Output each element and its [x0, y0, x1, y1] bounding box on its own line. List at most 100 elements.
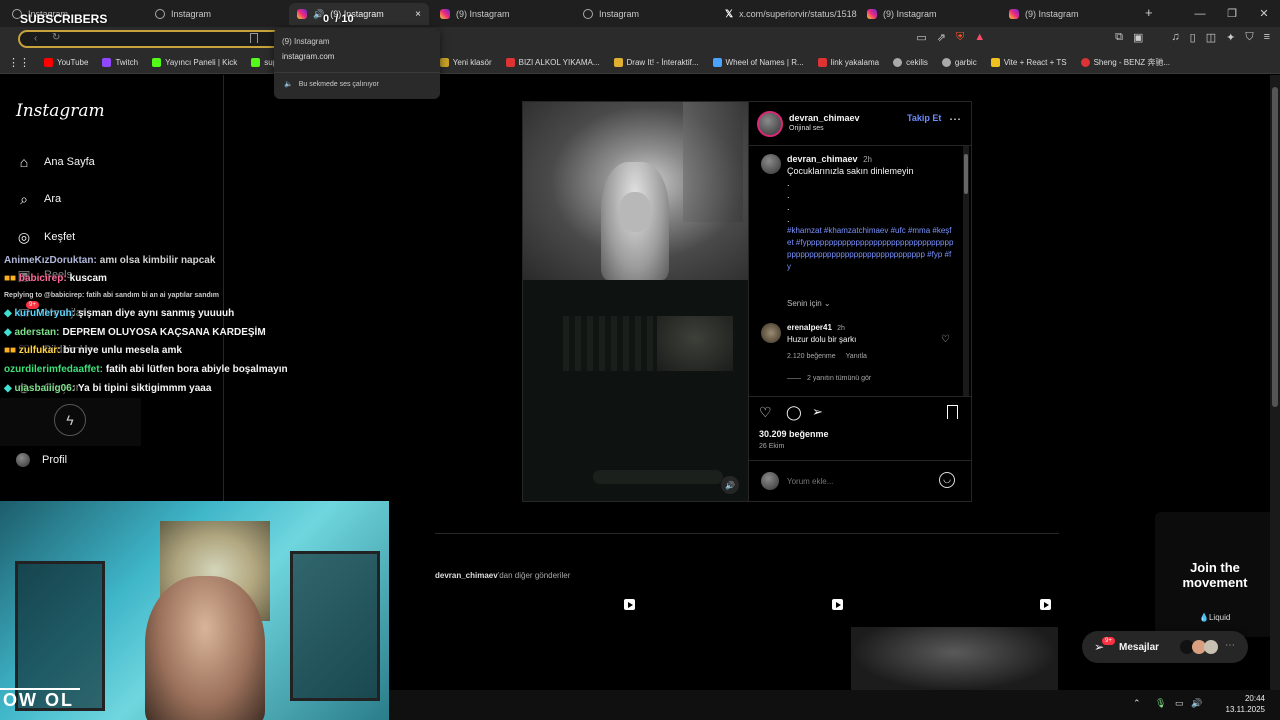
- save-icon[interactable]: [947, 405, 958, 419]
- messages-pill[interactable]: ➢ 9+ Mesajlar ⋯: [1082, 631, 1248, 663]
- moon-icon: [155, 9, 165, 19]
- clock-time[interactable]: 20:44: [1211, 694, 1265, 703]
- post-details: devran_chimaev Orijinal ses Takip Et ⋯ d…: [748, 102, 971, 501]
- rewards-icon[interactable]: ▲: [974, 31, 985, 44]
- clock-date[interactable]: 13.11.2025: [1211, 705, 1265, 714]
- close-icon[interactable]: ×: [415, 9, 421, 20]
- home-icon: ⌂: [19, 154, 29, 170]
- bookmark-item[interactable]: Draw It! - İnteraktif...: [613, 58, 699, 67]
- bookmark-label: garbic: [954, 58, 977, 67]
- commenter-avatar[interactable]: [761, 323, 781, 343]
- back-icon[interactable]: ‹: [34, 33, 37, 44]
- chat-text: fatih abi lütfen bora abiyle boşalmayın: [105, 364, 288, 375]
- vpn-icon[interactable]: ⛉: [1245, 31, 1253, 44]
- network-icon[interactable]: ▭: [1175, 698, 1184, 709]
- post-thumbnail[interactable]: [851, 627, 1058, 691]
- follow-button[interactable]: Takip Et: [907, 113, 941, 123]
- chat-message: ■■ babicirep: kuscam: [4, 273, 107, 284]
- comment-input[interactable]: [787, 474, 937, 488]
- bookmark-item[interactable]: Twitch: [102, 58, 138, 67]
- comment-username[interactable]: erenalper41: [787, 323, 832, 332]
- apps-icon[interactable]: ⋮⋮: [8, 56, 30, 69]
- audio-label[interactable]: Orijinal ses: [789, 125, 824, 132]
- browser-tab[interactable]: Instagram: [147, 3, 287, 25]
- new-tab-button[interactable]: +: [1145, 5, 1153, 20]
- for-you-text: Senin için: [787, 299, 822, 308]
- sidebar-item-label: Keşfet: [44, 231, 76, 243]
- bookmark-item[interactable]: BIZI ALKOL YIKAMA...: [505, 58, 600, 67]
- more-posts-user[interactable]: devran_chimaev: [435, 571, 498, 580]
- instagram-icon: [867, 9, 877, 19]
- chevron-up-icon[interactable]: ⌃: [1133, 698, 1141, 709]
- bookmark-item[interactable]: garbic: [941, 58, 977, 67]
- bookmark-icon[interactable]: [250, 33, 258, 43]
- browser-tab-active[interactable]: 🔊 (9) Instagram ×: [289, 3, 429, 25]
- mic-icon[interactable]: 🎙: [1155, 698, 1166, 709]
- bookmark-item[interactable]: Yeni klasör: [439, 58, 492, 67]
- comment-icon[interactable]: ◯: [786, 404, 802, 421]
- sidebar-item-profile[interactable]: Profil: [16, 453, 67, 467]
- browser-tab[interactable]: (9) Instagram: [432, 3, 572, 25]
- restore-icon[interactable]: ❐: [1216, 0, 1248, 27]
- likes-count[interactable]: 30.209 beğenme: [759, 429, 829, 439]
- wallet-icon[interactable]: ◫: [1206, 31, 1216, 44]
- heart-icon[interactable]: ♡: [941, 334, 950, 345]
- reel-play-icon[interactable]: [1040, 599, 1051, 610]
- browser-tab[interactable]: Instagram: [575, 3, 715, 25]
- bookmark-item[interactable]: Vite + React + TS: [990, 58, 1067, 67]
- cast-icon[interactable]: ▭: [916, 31, 926, 44]
- sidebar-item-search[interactable]: ⌕ Ara: [16, 191, 61, 207]
- chat-text: kuscam: [69, 273, 107, 284]
- bookmark-item[interactable]: Yayıncı Paneli | Kick: [152, 58, 237, 67]
- view-replies[interactable]: 2 yanıtın tümünü gör: [787, 375, 871, 382]
- bookmark-item[interactable]: Sheng - BENZ 奔驰...: [1080, 57, 1170, 68]
- comment-likes[interactable]: 2.120 beğenme: [787, 353, 836, 360]
- emoji-icon[interactable]: ◡: [939, 472, 955, 488]
- menu-icon[interactable]: ≡: [1264, 31, 1270, 44]
- instagram-logo[interactable]: Instagram: [16, 101, 105, 121]
- speaker-icon[interactable]: 🔊: [1191, 698, 1202, 709]
- leo-icon[interactable]: ✦: [1226, 31, 1235, 44]
- close-icon[interactable]: ✕: [1248, 0, 1280, 27]
- browser-tab[interactable]: 𝕏 x.com/superiorvir/status/1518...: [717, 3, 857, 25]
- bookmark-item[interactable]: cekilis: [893, 58, 928, 67]
- author-username[interactable]: devran_chimaev: [789, 113, 860, 123]
- caption-avatar[interactable]: [761, 154, 781, 174]
- share-icon[interactable]: ➢: [812, 404, 823, 420]
- chat-message: ◆ aderstan: DEPREM OLUYOSA KAÇSANA KARDEŞ…: [4, 327, 266, 338]
- browser-tab[interactable]: (9) Instagram: [859, 3, 999, 25]
- window-controls: — ❐ ✕: [1184, 0, 1280, 27]
- caption-username[interactable]: devran_chimaev: [787, 154, 858, 164]
- bookmark-item[interactable]: Wheel of Names | R...: [712, 58, 804, 67]
- reel-video[interactable]: 🔊: [523, 102, 748, 501]
- reload-icon[interactable]: ↻: [52, 32, 60, 43]
- reply-button[interactable]: Yanıtla: [846, 353, 867, 360]
- more-options-icon[interactable]: ⋯: [949, 112, 961, 126]
- sidebar-item-home[interactable]: ⌂ Ana Sayfa: [16, 154, 95, 170]
- like-icon[interactable]: ♡: [759, 404, 772, 421]
- minimize-icon[interactable]: —: [1184, 0, 1216, 27]
- sidebar-icon[interactable]: ▯: [1190, 31, 1196, 44]
- avatar: [1204, 640, 1218, 654]
- author-avatar[interactable]: [757, 111, 783, 137]
- browser-tab[interactable]: (9) Instagram: [1001, 3, 1141, 25]
- comments-scrollbar[interactable]: [963, 146, 969, 396]
- caption-header: devran_chimaev 2h: [787, 154, 872, 164]
- brave-shield-icon[interactable]: ⛨: [956, 31, 964, 44]
- wallet-icon[interactable]: ▣: [1133, 31, 1143, 44]
- sidebar-item-explore[interactable]: ◎ Keşfet: [16, 229, 75, 245]
- caption-dot: .: [787, 202, 790, 212]
- caption-hashtags[interactable]: #khamzat #khamzatchimaev #ufc #mma #keşf…: [787, 225, 955, 273]
- music-icon[interactable]: ♫: [1171, 31, 1179, 44]
- share-icon[interactable]: ⇗: [937, 31, 946, 44]
- chat-message: AnimeKızDoruktan: amı olsa kimbilir napca…: [4, 255, 215, 266]
- bookmark-item[interactable]: link yakalama: [817, 58, 879, 67]
- badge-icon: ◆: [4, 308, 15, 319]
- extensions-icon[interactable]: ⧉: [1115, 31, 1123, 44]
- reel-play-icon[interactable]: [624, 599, 635, 610]
- bookmark-item[interactable]: YouTube: [44, 58, 88, 67]
- webcam-logo: OW OL: [0, 688, 80, 716]
- page-scrollbar[interactable]: [1270, 75, 1280, 690]
- reel-play-icon[interactable]: [832, 599, 843, 610]
- volume-button[interactable]: 🔊: [721, 476, 739, 494]
